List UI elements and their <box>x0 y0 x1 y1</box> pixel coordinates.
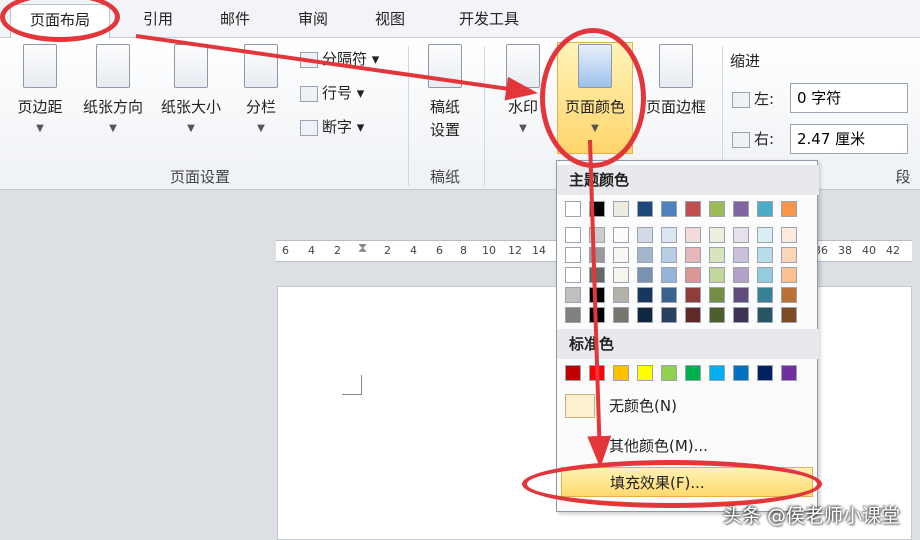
arrow-to-page-color <box>135 34 538 101</box>
arrow-to-fill-effects <box>587 139 612 468</box>
watermark-text: 头条 @侯老师小课堂 <box>722 505 900 527</box>
annotation-arrows <box>135 34 612 468</box>
